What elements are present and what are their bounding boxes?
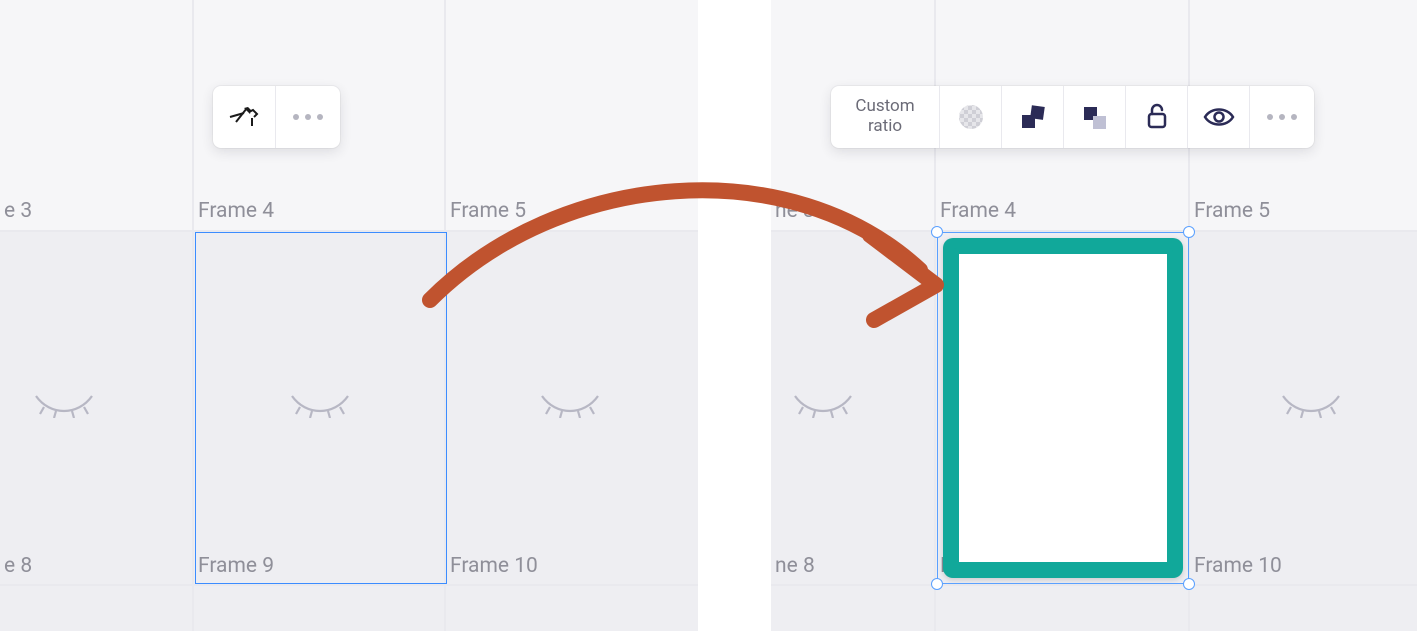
- left-canvas-pane[interactable]: e 3 Frame 4 Frame 5 e 8 Frame 9 Frame 10: [0, 0, 698, 631]
- more-icon: [317, 114, 323, 120]
- more-icon: [1279, 114, 1285, 120]
- card-selection[interactable]: HEALTH AND SAFETY That day my hands were…: [937, 232, 1189, 584]
- right-canvas-pane[interactable]: ne 3 Frame 4 Frame 5 ne 8 Frame 9 Frame …: [771, 0, 1417, 631]
- visibility-button[interactable]: [1188, 86, 1250, 148]
- lock-button[interactable]: [1126, 86, 1188, 148]
- bring-forward-button[interactable]: [1002, 86, 1064, 148]
- grid-line: [192, 0, 194, 631]
- card-border: [953, 248, 1173, 568]
- more-button[interactable]: [276, 86, 340, 148]
- frame-label[interactable]: Frame 4: [198, 199, 274, 223]
- more-icon: [1291, 114, 1297, 120]
- frame-label[interactable]: Frame 10: [1194, 554, 1282, 578]
- resize-handle-tl[interactable]: [931, 226, 943, 238]
- frame-label[interactable]: Frame 5: [1194, 199, 1270, 223]
- canvas-top-band: [0, 0, 698, 230]
- unlock-icon: [1144, 102, 1170, 132]
- context-toolbar: [213, 86, 340, 148]
- resize-handle-tr[interactable]: [1183, 226, 1195, 238]
- frame-label[interactable]: e 3: [4, 199, 32, 223]
- checker-transparency-icon: [956, 102, 986, 132]
- send-backward-button[interactable]: [1064, 86, 1126, 148]
- frame-label[interactable]: Frame 10: [450, 554, 538, 578]
- grid-line: [0, 584, 698, 586]
- context-toolbar: Custom ratio: [831, 86, 1314, 148]
- canvas-bottom-band: [0, 584, 698, 631]
- frame-selection-outline[interactable]: [195, 232, 447, 584]
- canvas-bottom-band: [771, 584, 1417, 631]
- grid-line: [771, 584, 1417, 586]
- more-icon: [305, 114, 311, 120]
- custom-ratio-label: Custom ratio: [845, 97, 925, 136]
- resize-handle-bl[interactable]: [931, 578, 943, 590]
- more-icon: [1267, 114, 1273, 120]
- frame-label[interactable]: Frame 4: [940, 199, 1016, 223]
- pointer-tool-icon: [227, 102, 261, 132]
- send-backward-icon: [1080, 103, 1110, 131]
- card[interactable]: HEALTH AND SAFETY That day my hands were…: [943, 238, 1183, 578]
- frame-label[interactable]: ne 3: [775, 199, 815, 223]
- visibility-icon: [1203, 105, 1235, 129]
- tool-button[interactable]: [213, 86, 276, 148]
- bring-forward-icon: [1018, 103, 1048, 131]
- custom-ratio-button[interactable]: Custom ratio: [831, 86, 940, 148]
- resize-handle-br[interactable]: [1183, 578, 1195, 590]
- frame-label[interactable]: e 8: [4, 554, 32, 578]
- transparency-button[interactable]: [940, 86, 1002, 148]
- frame-label[interactable]: ne 8: [775, 554, 815, 578]
- frame-label[interactable]: Frame 5: [450, 199, 526, 223]
- more-button[interactable]: [1250, 86, 1314, 148]
- more-icon: [293, 114, 299, 120]
